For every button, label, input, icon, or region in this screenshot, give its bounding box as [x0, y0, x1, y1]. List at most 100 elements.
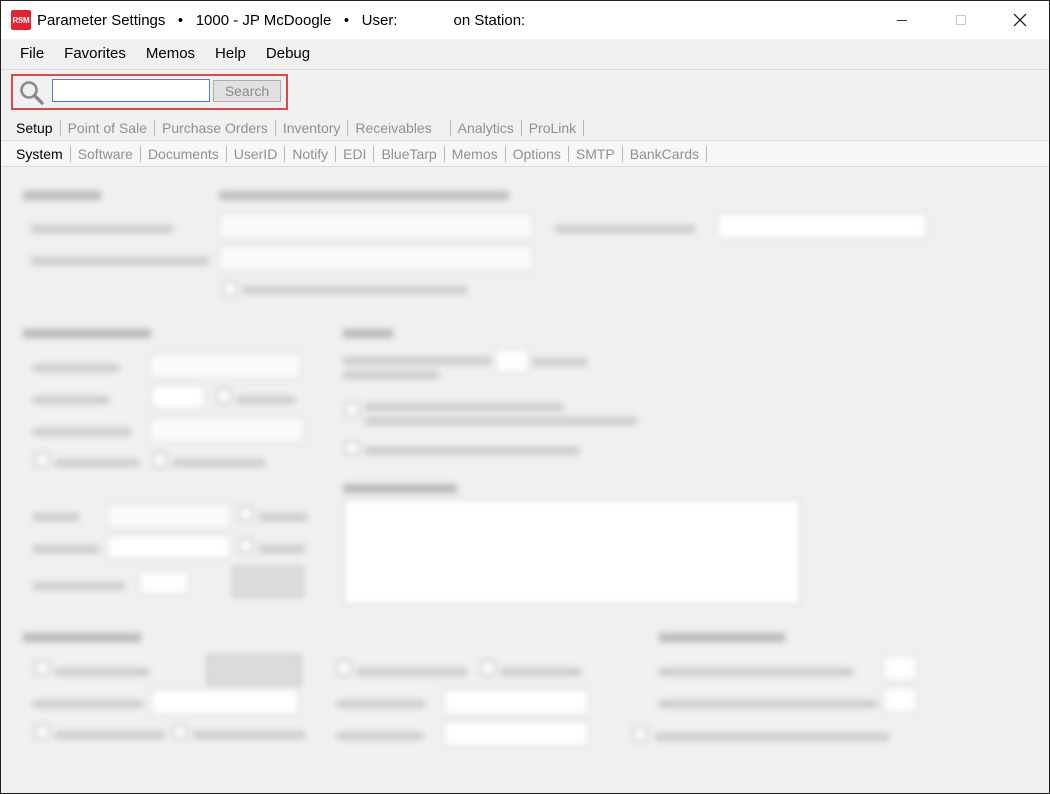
blurred-field — [883, 655, 917, 681]
blurred-label — [555, 225, 695, 233]
blurred-label — [357, 668, 467, 676]
tab-point-of-sale[interactable]: Point of Sale — [61, 120, 155, 136]
blurred-checkbox — [153, 453, 167, 467]
search-button[interactable]: Search — [213, 80, 281, 102]
menu-memos[interactable]: Memos — [136, 39, 205, 69]
tab-prolink[interactable]: ProLink — [522, 120, 585, 136]
window-title: Parameter Settings • 1000 - JP McDoogle … — [37, 12, 525, 29]
blurred-header — [23, 329, 151, 338]
blurred-label — [173, 459, 265, 467]
secondary-tab-bar: System Software Documents UserID Notify … — [1, 140, 1049, 167]
blurred-checkbox — [345, 403, 359, 417]
primary-tab-bar: Setup Point of Sale Purchase Orders Inve… — [1, 116, 1049, 140]
blurred-label — [501, 668, 581, 676]
blurred-field — [495, 349, 529, 373]
blurred-header — [23, 191, 101, 200]
window-controls — [872, 1, 1049, 39]
menu-favorites[interactable]: Favorites — [54, 39, 136, 69]
blurred-checkbox — [35, 453, 49, 467]
menu-help[interactable]: Help — [205, 39, 256, 69]
tab-software[interactable]: Software — [71, 145, 141, 162]
tab-notify[interactable]: Notify — [285, 145, 337, 162]
menu-debug[interactable]: Debug — [256, 39, 320, 69]
minimize-button[interactable] — [872, 1, 931, 39]
blurred-label — [343, 357, 491, 365]
tab-edi[interactable]: EDI — [336, 145, 375, 162]
blurred-checkbox — [337, 661, 351, 675]
blurred-field — [443, 689, 589, 715]
blurred-field — [883, 687, 917, 713]
blurred-checkbox — [217, 389, 231, 403]
blurred-button — [233, 567, 303, 597]
blurred-checkbox — [173, 725, 187, 739]
minimize-icon — [896, 20, 907, 21]
blurred-label — [55, 731, 165, 739]
tab-documents[interactable]: Documents — [141, 145, 227, 162]
blurred-field — [139, 571, 189, 595]
tab-bluetarp[interactable]: BlueTarp — [374, 145, 445, 162]
blurred-label — [55, 668, 149, 676]
blurred-field — [219, 213, 533, 239]
blurred-label — [659, 700, 877, 708]
blurred-button — [207, 655, 301, 685]
blurred-checkbox — [239, 507, 253, 521]
blurred-field — [717, 213, 927, 239]
tab-setup[interactable]: Setup — [9, 120, 61, 136]
tab-smtp[interactable]: SMTP — [569, 145, 623, 162]
blurred-label — [31, 225, 173, 233]
blurred-header — [659, 633, 785, 642]
blurred-header — [343, 484, 457, 493]
blurred-label — [337, 700, 425, 708]
blurred-label — [55, 459, 139, 467]
blurred-label — [259, 513, 307, 521]
menu-bar: File Favorites Memos Help Debug — [1, 39, 1049, 70]
tab-purchase-orders[interactable]: Purchase Orders — [155, 120, 276, 136]
blurred-field — [443, 721, 589, 747]
blurred-checkbox — [481, 661, 495, 675]
blurred-label — [343, 371, 439, 379]
blurred-textarea — [343, 499, 801, 605]
blurred-label — [33, 396, 109, 404]
blurred-checkbox — [633, 727, 647, 741]
tab-inventory[interactable]: Inventory — [276, 120, 349, 136]
close-icon — [1013, 13, 1026, 27]
tab-memos[interactable]: Memos — [445, 145, 506, 162]
blurred-field — [219, 245, 533, 271]
blurred-label — [365, 417, 637, 425]
app-logo-icon: RSM — [11, 10, 31, 30]
blurred-label — [33, 545, 99, 553]
blurred-label — [659, 668, 853, 676]
blurred-label — [533, 358, 587, 366]
tab-system[interactable]: System — [9, 145, 71, 162]
blurred-header — [23, 633, 141, 642]
parameter-settings-window: RSM Parameter Settings • 1000 - JP McDoo… — [0, 0, 1050, 794]
search-bar: Search — [1, 70, 1049, 116]
system-settings-panel — [1, 167, 1049, 793]
blurred-label — [237, 396, 295, 404]
search-icon — [20, 81, 44, 105]
close-button[interactable] — [990, 1, 1049, 39]
blurred-label — [33, 513, 79, 521]
blurred-header — [219, 191, 509, 200]
tab-receivables[interactable]: Receivables — [348, 120, 451, 136]
blurred-label — [365, 403, 563, 411]
menu-file[interactable]: File — [10, 39, 54, 69]
blurred-label — [31, 257, 209, 265]
tab-analytics[interactable]: Analytics — [451, 120, 522, 136]
title-station-label: on Station: — [453, 11, 526, 29]
title-app-name: Parameter Settings — [37, 11, 166, 29]
blurred-field — [149, 353, 301, 379]
tab-userid[interactable]: UserID — [227, 145, 286, 162]
search-input[interactable] — [52, 79, 210, 102]
blurred-label — [33, 582, 125, 590]
blurred-label — [33, 428, 131, 436]
blurred-checkbox — [35, 725, 49, 739]
tab-options[interactable]: Options — [506, 145, 569, 162]
maximize-button[interactable] — [931, 1, 990, 39]
blurred-checkbox — [345, 441, 359, 455]
blurred-label — [33, 700, 143, 708]
blurred-field — [149, 417, 305, 443]
title-user-label: User: — [361, 11, 398, 29]
blurred-label — [193, 731, 305, 739]
tab-bankcards[interactable]: BankCards — [623, 145, 708, 162]
